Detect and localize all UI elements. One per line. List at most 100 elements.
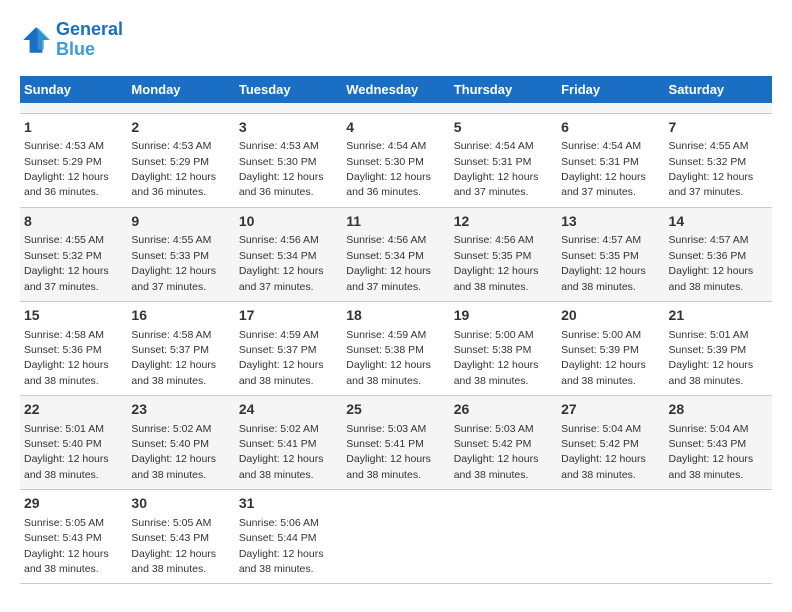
- calendar-cell: 5Sunrise: 4:54 AMSunset: 5:31 PMDaylight…: [450, 113, 557, 207]
- calendar-cell: 22Sunrise: 5:01 AMSunset: 5:40 PMDayligh…: [20, 396, 127, 490]
- calendar-cell: [557, 490, 664, 584]
- day-info: Sunrise: 4:53 AMSunset: 5:29 PMDaylight:…: [24, 140, 109, 198]
- column-header-thursday: Thursday: [450, 76, 557, 103]
- day-info: Sunrise: 5:06 AMSunset: 5:44 PMDaylight:…: [239, 517, 324, 575]
- day-info: Sunrise: 4:55 AMSunset: 5:32 PMDaylight:…: [669, 140, 754, 198]
- day-info: Sunrise: 4:58 AMSunset: 5:37 PMDaylight:…: [131, 329, 216, 387]
- calendar-cell: 15 Sunrise: 4:58 AMSunset: 5:36 PMDayligh…: [20, 301, 127, 395]
- calendar-cell: 25 Sunrise: 5:03 AMSunset: 5:41 PMDayligh…: [342, 396, 449, 490]
- column-header-friday: Friday: [557, 76, 664, 103]
- day-number: 10: [239, 212, 338, 232]
- day-info: Sunrise: 5:03 AMSunset: 5:41 PMDaylight:…: [346, 423, 431, 481]
- calendar-header-row: SundayMondayTuesdayWednesdayThursdayFrid…: [20, 76, 772, 103]
- day-info: Sunrise: 5:03 AMSunset: 5:42 PMDaylight:…: [454, 423, 539, 481]
- day-info: Sunrise: 5:00 AMSunset: 5:38 PMDaylight:…: [454, 329, 539, 387]
- day-number: 25: [346, 400, 445, 420]
- day-info: Sunrise: 5:04 AMSunset: 5:43 PMDaylight:…: [669, 423, 754, 481]
- day-number: 14: [669, 212, 768, 232]
- day-number: 7: [669, 118, 768, 138]
- day-number: 20: [561, 306, 660, 326]
- column-header-wednesday: Wednesday: [342, 76, 449, 103]
- calendar-cell: 24 Sunrise: 5:02 AMSunset: 5:41 PMDayligh…: [235, 396, 342, 490]
- day-number: 16: [131, 306, 230, 326]
- day-info: Sunrise: 4:53 AMSunset: 5:29 PMDaylight:…: [131, 140, 216, 198]
- day-number: 6: [561, 118, 660, 138]
- day-number: 15: [24, 306, 123, 326]
- day-number: 19: [454, 306, 553, 326]
- day-info: Sunrise: 4:55 AMSunset: 5:32 PMDaylight:…: [24, 234, 109, 292]
- day-number: 29: [24, 494, 123, 514]
- day-info: Sunrise: 4:56 AMSunset: 5:35 PMDaylight:…: [454, 234, 539, 292]
- calendar-cell: [235, 103, 342, 114]
- calendar-week-row: 8Sunrise: 4:55 AMSunset: 5:32 PMDaylight…: [20, 207, 772, 301]
- day-number: 5: [454, 118, 553, 138]
- calendar-week-row: 22Sunrise: 5:01 AMSunset: 5:40 PMDayligh…: [20, 396, 772, 490]
- day-number: 11: [346, 212, 445, 232]
- calendar-cell: 18Sunrise: 4:59 AMSunset: 5:38 PMDayligh…: [342, 301, 449, 395]
- day-info: Sunrise: 4:55 AMSunset: 5:33 PMDaylight:…: [131, 234, 216, 292]
- calendar-cell: 20 Sunrise: 5:00 AMSunset: 5:39 PMDayligh…: [557, 301, 664, 395]
- calendar-week-row: 29 Sunrise: 5:05 AMSunset: 5:43 PMDayligh…: [20, 490, 772, 584]
- day-number: 22: [24, 400, 123, 420]
- day-info: Sunrise: 5:02 AMSunset: 5:41 PMDaylight:…: [239, 423, 324, 481]
- calendar-cell: 8Sunrise: 4:55 AMSunset: 5:32 PMDaylight…: [20, 207, 127, 301]
- calendar-cell: 10Sunrise: 4:56 AMSunset: 5:34 PMDayligh…: [235, 207, 342, 301]
- calendar-cell: [450, 103, 557, 114]
- calendar-week-row: 1Sunrise: 4:53 AMSunset: 5:29 PMDaylight…: [20, 113, 772, 207]
- day-info: Sunrise: 4:58 AMSunset: 5:36 PMDaylight:…: [24, 329, 109, 387]
- day-number: 3: [239, 118, 338, 138]
- day-number: 26: [454, 400, 553, 420]
- calendar-cell: 19 Sunrise: 5:00 AMSunset: 5:38 PMDayligh…: [450, 301, 557, 395]
- calendar-cell: 3Sunrise: 4:53 AMSunset: 5:30 PMDaylight…: [235, 113, 342, 207]
- day-number: 24: [239, 400, 338, 420]
- calendar-table: SundayMondayTuesdayWednesdayThursdayFrid…: [20, 76, 772, 585]
- calendar-cell: 26 Sunrise: 5:03 AMSunset: 5:42 PMDayligh…: [450, 396, 557, 490]
- calendar-cell: [127, 103, 234, 114]
- day-info: Sunrise: 5:05 AMSunset: 5:43 PMDaylight:…: [24, 517, 109, 575]
- calendar-cell: 4Sunrise: 4:54 AMSunset: 5:30 PMDaylight…: [342, 113, 449, 207]
- calendar-cell: 9Sunrise: 4:55 AMSunset: 5:33 PMDaylight…: [127, 207, 234, 301]
- day-info: Sunrise: 4:56 AMSunset: 5:34 PMDaylight:…: [239, 234, 324, 292]
- day-number: 23: [131, 400, 230, 420]
- day-info: Sunrise: 5:04 AMSunset: 5:42 PMDaylight:…: [561, 423, 646, 481]
- column-header-sunday: Sunday: [20, 76, 127, 103]
- day-info: Sunrise: 4:59 AMSunset: 5:37 PMDaylight:…: [239, 329, 324, 387]
- calendar-cell: [557, 103, 664, 114]
- day-info: Sunrise: 5:05 AMSunset: 5:43 PMDaylight:…: [131, 517, 216, 575]
- day-info: Sunrise: 5:00 AMSunset: 5:39 PMDaylight:…: [561, 329, 646, 387]
- day-info: Sunrise: 4:54 AMSunset: 5:31 PMDaylight:…: [561, 140, 646, 198]
- day-info: Sunrise: 4:57 AMSunset: 5:35 PMDaylight:…: [561, 234, 646, 292]
- day-number: 2: [131, 118, 230, 138]
- logo-icon: [20, 24, 52, 56]
- day-info: Sunrise: 4:57 AMSunset: 5:36 PMDaylight:…: [669, 234, 754, 292]
- calendar-cell: 1Sunrise: 4:53 AMSunset: 5:29 PMDaylight…: [20, 113, 127, 207]
- calendar-cell: 6Sunrise: 4:54 AMSunset: 5:31 PMDaylight…: [557, 113, 664, 207]
- day-info: Sunrise: 4:53 AMSunset: 5:30 PMDaylight:…: [239, 140, 324, 198]
- day-number: 28: [669, 400, 768, 420]
- day-number: 13: [561, 212, 660, 232]
- calendar-cell: [342, 103, 449, 114]
- calendar-cell: [450, 490, 557, 584]
- column-header-tuesday: Tuesday: [235, 76, 342, 103]
- calendar-cell: [665, 490, 772, 584]
- day-info: Sunrise: 4:54 AMSunset: 5:31 PMDaylight:…: [454, 140, 539, 198]
- day-number: 1: [24, 118, 123, 138]
- page-header: General Blue: [20, 20, 772, 60]
- column-header-saturday: Saturday: [665, 76, 772, 103]
- column-header-monday: Monday: [127, 76, 234, 103]
- calendar-cell: 14Sunrise: 4:57 AMSunset: 5:36 PMDayligh…: [665, 207, 772, 301]
- calendar-cell: [20, 103, 127, 114]
- day-info: Sunrise: 4:56 AMSunset: 5:34 PMDaylight:…: [346, 234, 431, 292]
- day-number: 12: [454, 212, 553, 232]
- calendar-cell: 7Sunrise: 4:55 AMSunset: 5:32 PMDaylight…: [665, 113, 772, 207]
- calendar-cell: 27Sunrise: 5:04 AMSunset: 5:42 PMDayligh…: [557, 396, 664, 490]
- day-info: Sunrise: 4:59 AMSunset: 5:38 PMDaylight:…: [346, 329, 431, 387]
- day-number: 9: [131, 212, 230, 232]
- calendar-cell: [342, 490, 449, 584]
- calendar-cell: 31Sunrise: 5:06 AMSunset: 5:44 PMDayligh…: [235, 490, 342, 584]
- calendar-cell: 13Sunrise: 4:57 AMSunset: 5:35 PMDayligh…: [557, 207, 664, 301]
- day-number: 4: [346, 118, 445, 138]
- calendar-cell: 12Sunrise: 4:56 AMSunset: 5:35 PMDayligh…: [450, 207, 557, 301]
- calendar-cell: 17Sunrise: 4:59 AMSunset: 5:37 PMDayligh…: [235, 301, 342, 395]
- day-info: Sunrise: 4:54 AMSunset: 5:30 PMDaylight:…: [346, 140, 431, 198]
